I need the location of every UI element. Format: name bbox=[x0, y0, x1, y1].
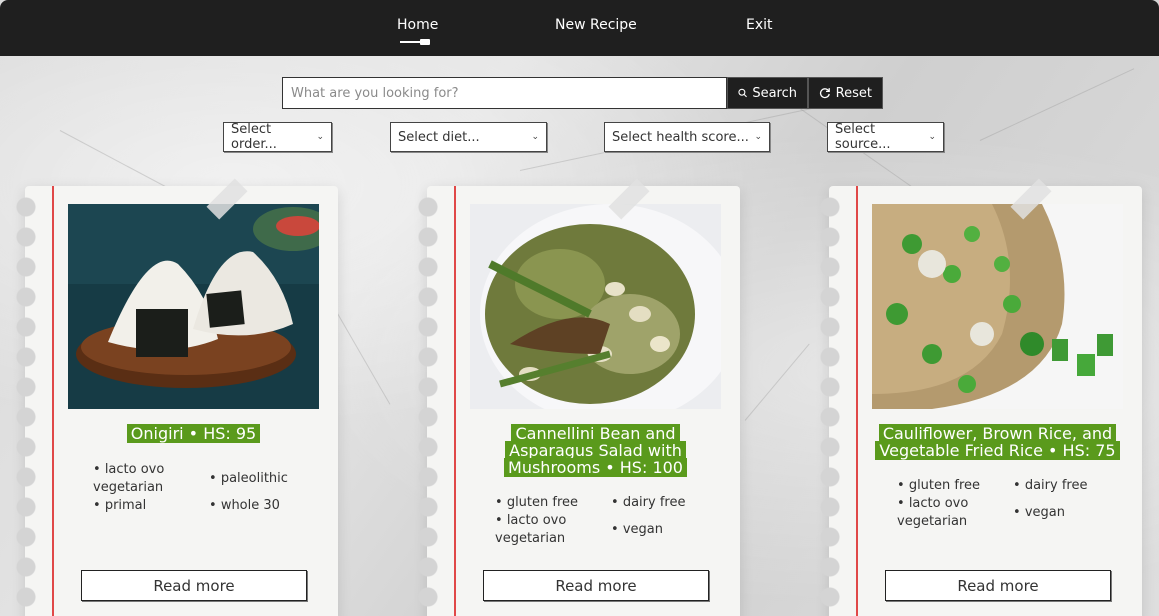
notebook-holes bbox=[417, 196, 439, 616]
margin-line bbox=[454, 186, 456, 616]
nav-exit-link[interactable]: Exit bbox=[746, 17, 773, 33]
diet-item: • whole 30 bbox=[209, 498, 280, 513]
search-icon bbox=[738, 88, 747, 98]
diet-item: • gluten free bbox=[495, 495, 579, 510]
recipe-card: Cannellini Bean and Asparagus Salad with… bbox=[417, 178, 740, 616]
notebook-holes bbox=[819, 196, 841, 616]
diet-item: • gluten free bbox=[897, 478, 981, 493]
diet-item: • dairy free bbox=[1013, 478, 1088, 493]
source-select-value: Select source... bbox=[835, 122, 891, 152]
search-button[interactable]: Search bbox=[727, 77, 808, 109]
diet-item: • lacto ovo vegetarian bbox=[495, 513, 567, 546]
diet-select-value: Select diet... bbox=[398, 129, 480, 145]
diet-item: • vegan bbox=[611, 522, 663, 537]
margin-line bbox=[52, 186, 54, 616]
diet-item: • vegan bbox=[1013, 505, 1065, 520]
diet-item: • paleolithic bbox=[209, 471, 288, 486]
order-select-value: Select order... bbox=[231, 122, 277, 152]
read-more-button[interactable]: Read more bbox=[81, 570, 307, 601]
fork-knife-icon bbox=[400, 39, 430, 45]
recipe-card: Onigiri • HS: 95 • lacto ovo vegetarian … bbox=[15, 178, 338, 616]
recipe-image-cannellini bbox=[470, 204, 721, 409]
margin-line bbox=[856, 186, 858, 616]
source-select[interactable]: Select source... ⌄ bbox=[827, 122, 944, 152]
recipe-title[interactable]: Cannellini Bean and Asparagus Salad with… bbox=[470, 424, 721, 477]
chevron-down-icon: ⌄ bbox=[754, 132, 762, 142]
diet-list: • gluten free • dairy free • lacto ovo v… bbox=[897, 477, 1137, 537]
chevron-down-icon: ⌄ bbox=[316, 132, 324, 142]
diet-item: • dairy free bbox=[611, 495, 686, 510]
reset-button[interactable]: Reset bbox=[808, 77, 883, 109]
search-input[interactable] bbox=[282, 77, 727, 109]
recipe-image-fried-rice bbox=[872, 204, 1123, 409]
chevron-down-icon: ⌄ bbox=[531, 132, 539, 142]
search-bar: Search Reset bbox=[282, 77, 883, 109]
diet-item: • lacto ovo vegetarian bbox=[897, 496, 969, 529]
diet-list: • lacto ovo vegetarian • paleolithic • p… bbox=[93, 461, 333, 541]
recipe-image-onigiri bbox=[68, 204, 319, 409]
health-select-value: Select health score... bbox=[612, 129, 749, 145]
read-more-button[interactable]: Read more bbox=[885, 570, 1111, 601]
notebook-holes bbox=[15, 196, 37, 616]
diet-item: • lacto ovo vegetarian bbox=[93, 462, 165, 495]
diet-select[interactable]: Select diet... ⌄ bbox=[390, 122, 547, 152]
nav-home-link[interactable]: Home bbox=[397, 17, 438, 33]
reset-button-label: Reset bbox=[835, 85, 872, 101]
read-more-button[interactable]: Read more bbox=[483, 570, 709, 601]
chevron-down-icon: ⌄ bbox=[928, 132, 936, 142]
refresh-icon bbox=[819, 88, 830, 99]
top-navbar: Home New Recipe Exit bbox=[0, 0, 1159, 56]
recipe-card: Cauliflower, Brown Rice, and Vegetable F… bbox=[819, 178, 1142, 616]
order-select[interactable]: Select order... ⌄ bbox=[223, 122, 332, 152]
diet-item: • primal bbox=[93, 498, 147, 513]
diet-list: • gluten free • dairy free • lacto ovo v… bbox=[495, 494, 735, 554]
recipe-title[interactable]: Cauliflower, Brown Rice, and Vegetable F… bbox=[872, 424, 1123, 460]
recipe-title[interactable]: Onigiri • HS: 95 bbox=[68, 424, 319, 443]
health-score-select[interactable]: Select health score... ⌄ bbox=[604, 122, 770, 152]
nav-new-recipe-link[interactable]: New Recipe bbox=[555, 17, 637, 33]
search-button-label: Search bbox=[752, 85, 797, 101]
